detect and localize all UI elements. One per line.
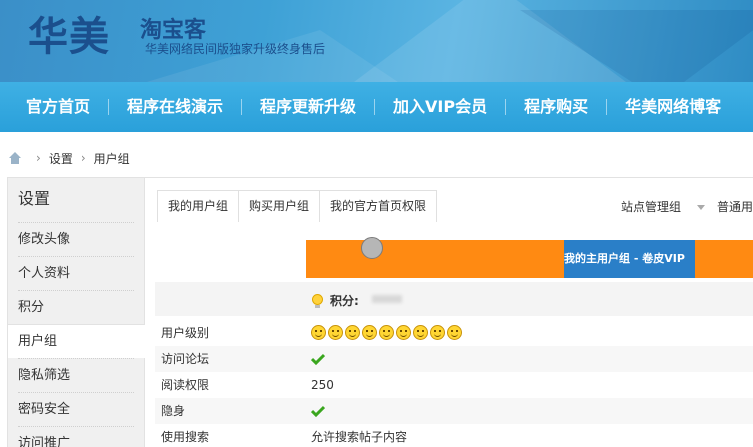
nav-demo[interactable]: 程序在线演示: [109, 82, 241, 132]
smiley-icon: [311, 325, 326, 340]
row-label: 使用搜索: [161, 430, 210, 444]
row-value: 允许搜索帖子内容: [311, 430, 408, 444]
tab-homepage-permissions[interactable]: 我的官方首页权限: [320, 190, 438, 222]
row-label: 用户级别: [161, 326, 210, 340]
row-label: 隐身: [161, 404, 186, 418]
home-icon[interactable]: [8, 152, 22, 164]
nav-blog[interactable]: 华美网络博客: [607, 82, 739, 132]
progress-marker: [361, 237, 383, 259]
tab-my-usergroup[interactable]: 我的用户组: [157, 190, 240, 222]
site-tagline: 华美网络民间版独家升级终身售后: [145, 42, 326, 56]
nav-buy[interactable]: 程序购买: [506, 82, 606, 132]
main-content: 我的用户组 购买用户组 我的官方首页权限 站点管理组 普通用 我的主用户组 - …: [145, 177, 753, 447]
breadcrumb-settings[interactable]: 设置: [49, 150, 73, 167]
current-usergroup-segment: 我的主用户组 - 卷皮VIP: [564, 240, 695, 278]
settings-sidebar: 设置 修改头像 个人资料 积分 用户组 隐私筛选 密码安全 访问推广: [7, 177, 145, 447]
admin-group-dropdown[interactable]: 站点管理组: [621, 198, 705, 215]
chevron-right-icon: ›: [80, 151, 86, 165]
sidebar-item-avatar[interactable]: 修改头像: [18, 222, 134, 256]
nav-vip[interactable]: 加入VIP会员: [375, 82, 505, 132]
row-label: 访问论坛: [161, 352, 210, 366]
smiley-icon: [430, 325, 445, 340]
sidebar-item-promotion[interactable]: 访问推广: [18, 426, 134, 447]
row-value: 250: [311, 378, 334, 392]
chevron-right-icon: ›: [36, 151, 41, 165]
usergroup-tabs: 我的用户组 购买用户组 我的官方首页权限: [157, 190, 438, 222]
check-icon: [311, 353, 325, 366]
score-row: 积分:: [155, 282, 753, 316]
table-row: 阅读权限 250: [155, 372, 753, 398]
sidebar-item-profile[interactable]: 个人资料: [18, 256, 134, 290]
smiley-icon: [379, 325, 394, 340]
sidebar-title: 设置: [18, 189, 51, 208]
check-icon: [311, 405, 325, 418]
table-row: 访问论坛: [155, 346, 753, 372]
sidebar-item-usergroup[interactable]: 用户组: [8, 324, 145, 358]
table-row: 用户级别: [155, 320, 753, 346]
admin-group-label: 站点管理组: [621, 200, 682, 214]
smiley-icon: [396, 325, 411, 340]
chevron-down-icon: [696, 205, 705, 210]
smiley-icon: [345, 325, 360, 340]
user-level-stars: [311, 325, 464, 340]
normal-group-link[interactable]: 普通用: [717, 198, 753, 215]
row-label: 阅读权限: [161, 378, 210, 392]
sidebar-item-password[interactable]: 密码安全: [18, 392, 134, 426]
breadcrumb: › 设置 › 用户组: [0, 146, 130, 170]
smiley-icon: [362, 325, 377, 340]
tab-buy-usergroup[interactable]: 购买用户组: [239, 190, 321, 222]
score-value-redacted: [372, 295, 402, 303]
sidebar-item-privacy[interactable]: 隐私筛选: [18, 358, 134, 392]
breadcrumb-usergroup: 用户组: [93, 151, 130, 166]
smiley-icon: [328, 325, 343, 340]
nav-updates[interactable]: 程序更新升级: [242, 82, 374, 132]
site-header: 华美 淘宝客 华美网络民间版独家升级终身售后: [0, 0, 753, 82]
nav-home[interactable]: 官方首页: [0, 82, 108, 132]
main-nav: 官方首页 程序在线演示 程序更新升级 加入VIP会员 程序购买 华美网络博客: [0, 82, 753, 132]
table-row: 使用搜索 允许搜索帖子内容: [155, 424, 753, 447]
header-decoration: [520, 10, 753, 82]
permission-table: 用户级别 访问论坛 阅读权限 250 隐身 使用搜索 允许搜索帖子内容: [155, 320, 753, 447]
sidebar-item-credits[interactable]: 积分: [18, 290, 134, 324]
score-label: 积分:: [330, 294, 359, 308]
table-row: 隐身: [155, 398, 753, 424]
site-logo[interactable]: 华美: [28, 4, 110, 62]
smiley-icon: [413, 325, 428, 340]
smiley-icon: [447, 325, 462, 340]
lightbulb-icon: [312, 294, 323, 308]
